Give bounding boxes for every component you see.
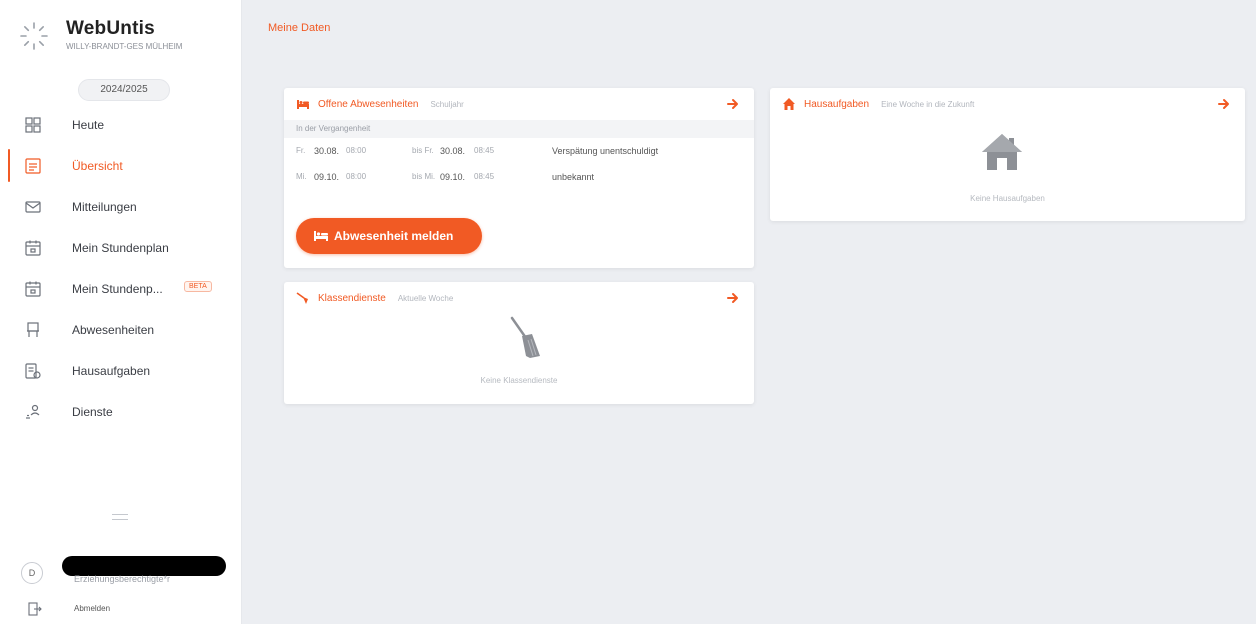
card-title: Offene Abwesenheiten xyxy=(318,98,419,110)
from-time: 08:00 xyxy=(346,146,367,155)
bed-icon xyxy=(297,100,309,109)
nav-item-mein-stundenplan[interactable]: Mein Stundenplan xyxy=(0,227,241,268)
overview-icon xyxy=(25,158,41,174)
webuntis-logo-icon xyxy=(20,22,48,50)
logout-link[interactable]: Abmelden xyxy=(74,604,110,613)
user-role: Erziehungsberechtigte*r xyxy=(74,574,171,584)
to-day: bis Fr. xyxy=(412,146,434,155)
absence-row[interactable]: Fr. 30.08. 08:00 bis Fr. 30.08. 08:45 Ve… xyxy=(284,138,754,164)
nav-item-heute[interactable]: Heute xyxy=(0,104,241,145)
broom-icon xyxy=(296,292,308,304)
nav-item-hausaufgaben[interactable]: Hausaufgaben xyxy=(0,350,241,391)
card-title: Klassendienste xyxy=(318,292,386,304)
arrow-right-icon[interactable] xyxy=(726,97,740,111)
home-icon xyxy=(783,98,795,110)
house-illustration-icon xyxy=(982,134,1022,170)
card-header: Klassendienste Aktuelle Woche xyxy=(284,282,754,314)
nav-label: Hausaufgaben xyxy=(72,363,151,378)
from-day: Fr. xyxy=(296,146,306,155)
card-subtitle: Eine Woche in die Zukunft xyxy=(881,99,975,109)
calendar-icon xyxy=(25,281,41,297)
nav-label: Mein Stundenplan xyxy=(72,240,169,255)
redacted-user-name xyxy=(62,556,226,576)
to-time: 08:45 xyxy=(474,146,495,155)
arrow-right-icon[interactable] xyxy=(726,291,740,305)
section-past: In der Vergangenheit xyxy=(284,120,754,138)
beta-badge: BETA xyxy=(184,281,212,292)
nav-item-mitteilungen[interactable]: Mitteilungen xyxy=(0,186,241,227)
card-title: Hausaufgaben xyxy=(804,98,870,110)
nav-label: Übersicht xyxy=(72,158,123,173)
absence-icon xyxy=(27,322,39,337)
report-absence-label: Abwesenheit melden xyxy=(334,229,454,243)
logout-icon[interactable] xyxy=(27,601,43,617)
arrow-right-icon[interactable] xyxy=(1217,97,1231,111)
school-name: WILLY-BRANDT-GES MÜLHEIM xyxy=(66,42,183,51)
open-absences-card: Offene Abwesenheiten Schuljahr In der Ve… xyxy=(284,88,754,268)
sidebar-collapse-handle[interactable] xyxy=(112,514,128,520)
bed-icon xyxy=(314,231,328,241)
nav-item-uebersicht[interactable]: Übersicht xyxy=(0,145,241,186)
app-name: WebUntis xyxy=(66,18,155,39)
nav-label: Abwesenheiten xyxy=(72,322,155,337)
absence-reason: unbekannt xyxy=(552,172,595,182)
to-time: 08:45 xyxy=(474,172,495,181)
nav-label: Mitteilungen xyxy=(72,199,137,214)
nav-label: Heute xyxy=(72,117,105,132)
to-date: 30.08. xyxy=(440,146,466,156)
empty-state-text: Keine Hausaufgaben xyxy=(970,194,1045,203)
empty-state-text: Keine Klassendienste xyxy=(480,376,558,385)
broom-illustration-icon xyxy=(510,316,540,358)
from-date: 09.10. xyxy=(314,172,340,182)
calendar-icon xyxy=(25,240,41,256)
to-day: bis Mi. xyxy=(412,172,436,181)
services-icon xyxy=(26,404,40,419)
nav-label: Mein Stundenp... xyxy=(72,281,163,296)
absence-row[interactable]: Mi. 09.10. 08:00 bis Mi. 09.10. 08:45 un… xyxy=(284,164,754,190)
card-subtitle: Schuljahr xyxy=(430,99,464,109)
to-date: 09.10. xyxy=(440,172,466,182)
homework-icon xyxy=(25,363,41,379)
report-absence-button[interactable]: Abwesenheit melden xyxy=(296,218,482,254)
card-header: Offene Abwesenheiten Schuljahr xyxy=(284,88,754,120)
school-year-selector[interactable]: 2024/2025 xyxy=(78,79,170,101)
main-nav: Heute Übersicht Mitteilungen Mein Stunde… xyxy=(0,104,241,432)
card-subtitle: Aktuelle Woche xyxy=(397,293,454,303)
avatar[interactable]: D xyxy=(21,562,43,584)
brand: WebUntis WILLY-BRANDT-GES MÜLHEIM xyxy=(18,18,186,52)
from-date: 30.08. xyxy=(314,146,340,156)
class-services-card: Klassendienste Aktuelle Woche Keine Klas… xyxy=(284,282,754,404)
page-title: Meine Daten xyxy=(268,22,331,34)
nav-item-dienste[interactable]: Dienste xyxy=(0,391,241,432)
nav-item-abwesenheiten[interactable]: Abwesenheiten xyxy=(0,309,241,350)
from-day: Mi. xyxy=(296,172,307,181)
dashboard-icon xyxy=(25,117,41,133)
nav-label: Dienste xyxy=(72,404,113,419)
nav-item-mein-stundenplan-beta[interactable]: Mein Stundenp... BETA xyxy=(0,268,241,309)
message-icon xyxy=(25,201,41,213)
card-header: Hausaufgaben Eine Woche in die Zukunft xyxy=(770,88,1245,120)
absence-reason: Verspätung unentschuldigt xyxy=(552,146,659,156)
from-time: 08:00 xyxy=(346,172,367,181)
homework-card: Hausaufgaben Eine Woche in die Zukunft K… xyxy=(770,88,1245,221)
sidebar: WebUntis WILLY-BRANDT-GES MÜLHEIM 2024/2… xyxy=(0,0,242,624)
